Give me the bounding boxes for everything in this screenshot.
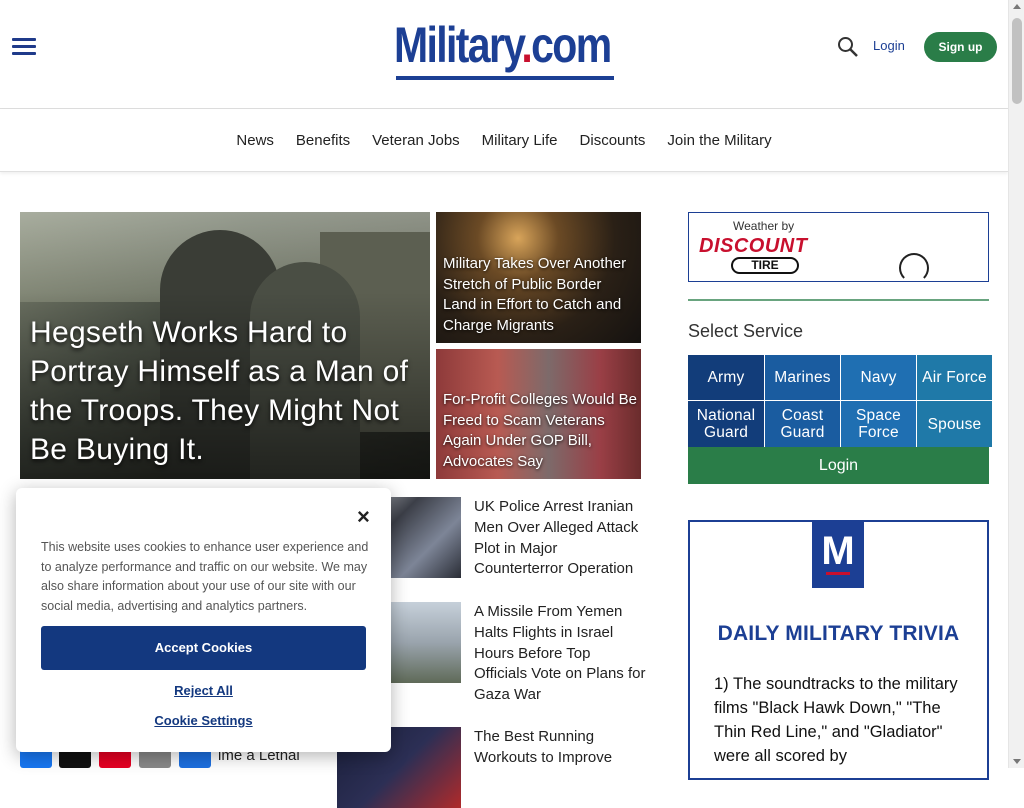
signup-button[interactable]: Sign up xyxy=(924,32,997,62)
service-national-guard[interactable]: National Guard xyxy=(688,401,764,447)
hero-headline[interactable]: Hegseth Works Hard to Portray Himself as… xyxy=(30,313,425,469)
service-coast-guard[interactable]: Coast Guard xyxy=(765,401,840,447)
sponsor-logo: DISCOUNT xyxy=(699,235,808,257)
close-icon[interactable]: × xyxy=(357,506,370,528)
hero-story[interactable]: Hegseth Works Hard to Portray Himself as… xyxy=(20,212,430,479)
service-spouse[interactable]: Spouse xyxy=(917,401,992,447)
accept-cookies-button[interactable]: Accept Cookies xyxy=(41,626,366,670)
menu-icon[interactable] xyxy=(12,38,36,56)
military-badge-icon: M xyxy=(812,522,864,588)
sponsor-logo-tire: TIRE xyxy=(731,257,799,274)
trivia-widget: M DAILY MILITARY TRIVIA 1) The soundtrac… xyxy=(688,520,989,780)
trivia-question: 1) The soundtracks to the military films… xyxy=(714,675,958,765)
service-login-button[interactable]: Login xyxy=(688,447,989,484)
service-navy[interactable]: Navy xyxy=(841,355,916,400)
nav-veteran-jobs[interactable]: Veteran Jobs xyxy=(361,132,471,149)
loading-spinner-icon xyxy=(899,253,929,283)
service-army[interactable]: Army xyxy=(688,355,764,400)
nav-benefits[interactable]: Benefits xyxy=(285,132,361,149)
weather-widget[interactable]: Weather by DISCOUNT TIRE xyxy=(688,212,989,283)
service-grid: Army Marines Navy Air Force National Gua… xyxy=(688,355,992,447)
service-air-force[interactable]: Air Force xyxy=(917,355,992,400)
service-marines[interactable]: Marines xyxy=(765,355,840,400)
list-item-headline[interactable]: UK Police Arrest Iranian Men Over Allege… xyxy=(474,497,646,580)
nav-discounts[interactable]: Discounts xyxy=(569,132,657,149)
scroll-up-icon[interactable] xyxy=(1013,4,1021,9)
scroll-down-icon[interactable] xyxy=(1013,759,1021,764)
site-header: Military.com Login Sign up xyxy=(0,0,1008,109)
trivia-title: DAILY MILITARY TRIVIA xyxy=(717,622,960,645)
nav-military-life[interactable]: Military Life xyxy=(471,132,569,149)
story-card[interactable]: For-Profit Colleges Would Be Freed to Sc… xyxy=(436,349,641,479)
service-space-force[interactable]: Space Force xyxy=(841,401,916,447)
select-service-title: Select Service xyxy=(688,321,804,341)
logo-text: Military.com xyxy=(394,17,612,73)
nav-news[interactable]: News xyxy=(225,132,285,149)
site-logo[interactable]: Military.com xyxy=(394,16,616,82)
main-nav: News Benefits Veteran Jobs Military Life… xyxy=(0,109,1008,172)
scroll-thumb[interactable] xyxy=(1012,18,1022,104)
cookie-text: This website uses cookies to enhance use… xyxy=(41,540,369,613)
cookie-settings-link[interactable]: Cookie Settings xyxy=(16,713,391,728)
story-card-headline[interactable]: Military Takes Over Another Stretch of P… xyxy=(443,254,638,336)
story-card[interactable]: Military Takes Over Another Stretch of P… xyxy=(436,212,641,343)
scrollbar[interactable] xyxy=(1008,0,1024,768)
cookie-consent-dialog: × This website uses cookies to enhance u… xyxy=(16,488,391,752)
nav-join-the-military[interactable]: Join the Military xyxy=(656,132,782,149)
reject-all-link[interactable]: Reject All xyxy=(16,683,391,698)
divider xyxy=(688,299,989,301)
list-item-headline[interactable]: A Missile From Yemen Halts Flights in Is… xyxy=(474,602,646,706)
logo-underline xyxy=(396,76,614,80)
login-link[interactable]: Login xyxy=(873,38,905,53)
story-card-headline[interactable]: For-Profit Colleges Would Be Freed to Sc… xyxy=(443,390,638,472)
list-item-headline[interactable]: The Best Running Workouts to Improve xyxy=(474,727,646,769)
search-icon[interactable] xyxy=(837,36,859,58)
weather-by-label: Weather by xyxy=(733,219,795,233)
